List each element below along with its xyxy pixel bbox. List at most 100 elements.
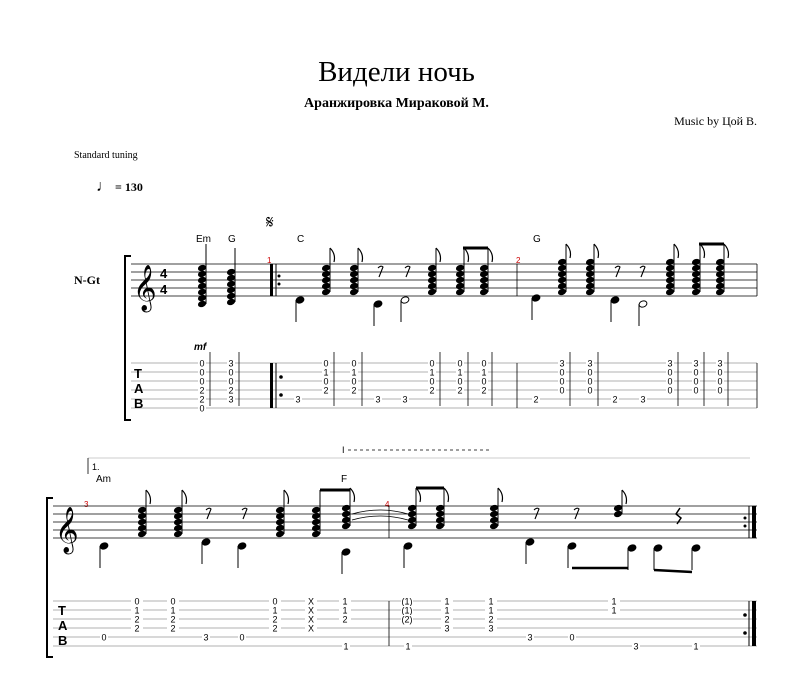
time-sig-top: 4 bbox=[160, 266, 168, 281]
chord-name: F bbox=[341, 474, 347, 485]
notehead bbox=[349, 288, 359, 296]
note-flag bbox=[415, 487, 422, 503]
note-flag bbox=[723, 243, 730, 259]
note-flag bbox=[565, 243, 572, 259]
notehead bbox=[489, 522, 499, 530]
tab-fret-number: 0 bbox=[717, 386, 722, 396]
volta-label: 1. bbox=[92, 462, 100, 472]
tab-clef-a: A bbox=[58, 618, 68, 633]
bass-notehead bbox=[341, 548, 351, 556]
system-1: 𝄞 4 4 T A B 𝄋 mf Em G C G 1 2 0002203002… bbox=[124, 212, 758, 421]
tab-bass-number: 2 bbox=[533, 395, 538, 405]
notehead bbox=[137, 530, 147, 538]
bass-notehead bbox=[638, 300, 648, 308]
measure-number: 3 bbox=[84, 500, 89, 509]
tab-bass-number: 3 bbox=[203, 633, 208, 643]
bass-notehead bbox=[525, 538, 535, 546]
tab-bass-number: 1 bbox=[693, 642, 698, 652]
tab-fret-number: 1 bbox=[611, 606, 616, 616]
notehead bbox=[691, 288, 701, 296]
section-line-marker: I bbox=[342, 445, 345, 455]
tab-bass-number: 1 bbox=[405, 642, 410, 652]
tab-bass-number: 0 bbox=[101, 633, 106, 643]
notehead bbox=[275, 530, 285, 538]
bass-notehead bbox=[99, 542, 109, 550]
standard-staff bbox=[131, 263, 757, 297]
notehead bbox=[197, 300, 207, 308]
tab-fret-number: 0 bbox=[693, 386, 698, 396]
note-flag bbox=[699, 243, 706, 259]
bass-notehead bbox=[201, 538, 211, 546]
notehead bbox=[427, 288, 437, 296]
chord-name: Am bbox=[96, 474, 111, 485]
bass-notehead bbox=[373, 300, 383, 308]
tab-staff bbox=[131, 362, 757, 409]
bass-notehead bbox=[237, 542, 247, 550]
tie bbox=[351, 509, 409, 515]
repeat-start-barline bbox=[270, 264, 283, 408]
tab-clef-b: B bbox=[134, 396, 143, 411]
tab-fret-number: 2 bbox=[351, 386, 356, 396]
note-flag bbox=[181, 489, 188, 505]
measure-number: 1 bbox=[267, 256, 272, 265]
score-canvas: 𝄞 4 4 T A B 𝄋 mf Em G C G 1 2 0002203002… bbox=[46, 212, 758, 658]
tab-clef-t: T bbox=[134, 366, 142, 381]
note-flag bbox=[443, 487, 450, 503]
tie bbox=[351, 515, 409, 521]
notehead bbox=[479, 288, 489, 296]
tab-fret-number: 0 bbox=[667, 386, 672, 396]
notehead bbox=[585, 288, 595, 296]
chord-name: C bbox=[297, 234, 304, 245]
tab-fret-number: 3 bbox=[228, 395, 233, 405]
tab-bass-number: 3 bbox=[375, 395, 380, 405]
tab-fret-number: 0 bbox=[587, 386, 592, 396]
tab-bass-number: 3 bbox=[640, 395, 645, 405]
note-flag bbox=[463, 247, 470, 263]
tab-clef-a: A bbox=[134, 381, 144, 396]
bass-notehead bbox=[567, 542, 577, 550]
notehead bbox=[715, 288, 725, 296]
repeat-end-barline bbox=[743, 506, 756, 646]
tab-fret-number: 3 bbox=[488, 624, 493, 634]
tab-fret-number: 3 bbox=[444, 624, 449, 634]
tab-clef-t: T bbox=[58, 603, 66, 618]
bass-notehead bbox=[403, 542, 413, 550]
tab-fret-number: 2 bbox=[457, 386, 462, 396]
system-2: I 1. Am F 3 4 𝄞 T A B 012201220122XXXX11… bbox=[46, 445, 757, 658]
bass-notehead bbox=[531, 294, 541, 302]
note-flag bbox=[621, 489, 628, 505]
note-flag bbox=[673, 243, 680, 259]
note-flag bbox=[487, 247, 494, 263]
note-flag bbox=[329, 247, 336, 263]
chord-name: G bbox=[228, 234, 236, 245]
bass-notehead bbox=[653, 544, 663, 552]
tab-fret-number: (2) bbox=[402, 615, 413, 625]
tab-fret-number: 2 bbox=[170, 624, 175, 634]
tab-bass-number: 3 bbox=[295, 395, 300, 405]
notehead bbox=[407, 522, 417, 530]
note-flag bbox=[593, 243, 600, 259]
note-flag bbox=[435, 247, 442, 263]
tab-fret-number: 0 bbox=[199, 404, 204, 414]
tab-clef-b: B bbox=[58, 633, 67, 648]
tab-fret-number: 2 bbox=[323, 386, 328, 396]
beam bbox=[653, 568, 693, 574]
note-flag bbox=[349, 487, 356, 503]
tab-bass-number: 3 bbox=[402, 395, 407, 405]
notes-system-1 bbox=[197, 242, 730, 326]
notehead bbox=[226, 298, 236, 306]
treble-clef-icon: 𝄞 bbox=[133, 265, 157, 313]
tab-fret-number: 2 bbox=[272, 624, 277, 634]
tab-numbers-system-1: 0002203002301020102010201020102300030003… bbox=[198, 352, 729, 414]
tab-bass-number: 0 bbox=[569, 633, 574, 643]
tab-fret-number: X bbox=[308, 624, 314, 634]
tab-bass-number: 3 bbox=[633, 642, 638, 652]
tab-bass-number: 3 bbox=[527, 633, 532, 643]
notes-system-2 bbox=[99, 486, 701, 574]
standard-staff bbox=[53, 505, 757, 539]
tab-bass-number: 2 bbox=[612, 395, 617, 405]
chord-name: Em bbox=[196, 234, 211, 245]
notehead bbox=[665, 288, 675, 296]
bass-notehead bbox=[627, 544, 637, 552]
notehead bbox=[173, 530, 183, 538]
